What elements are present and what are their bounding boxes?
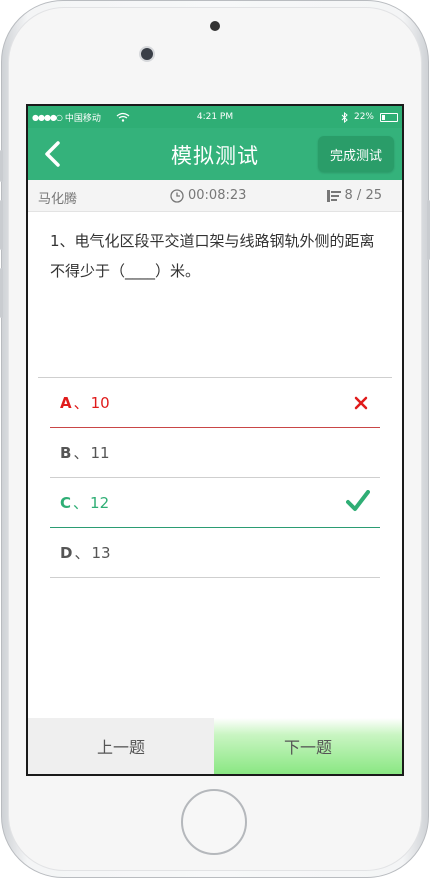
- mute-switch: [0, 150, 3, 182]
- app-header: 模拟测试 完成测试: [28, 128, 402, 180]
- finish-test-button[interactable]: 完成测试: [317, 136, 394, 172]
- next-question-button[interactable]: 下一题: [214, 718, 402, 774]
- question-progress: 8 / 25: [326, 188, 382, 203]
- status-right: 22%: [341, 111, 398, 123]
- prev-question-button[interactable]: 上一题: [28, 718, 214, 774]
- timer: 00:08:23: [170, 188, 246, 203]
- info-bar: 马化腾 00:08:23 8 / 25: [28, 180, 402, 212]
- option-separator: 、: [73, 494, 89, 512]
- answer-options: A 、 10 B 、 11 C 、 12 D 、 13: [28, 378, 402, 578]
- option-value: 12: [90, 493, 110, 512]
- option-a[interactable]: A 、 10: [50, 378, 380, 428]
- battery-percent: 22%: [353, 112, 374, 122]
- status-bar: ●●●●○ 中国移动 4:21 PM 22%: [28, 106, 402, 128]
- option-separator: 、: [73, 444, 89, 462]
- volume-down-button: [0, 268, 3, 318]
- home-button[interactable]: [181, 789, 247, 855]
- app-screen: ●●●●○ 中国移动 4:21 PM 22% 模拟测试 完成测试 马化腾 00:…: [26, 104, 404, 776]
- option-letter: D: [60, 543, 73, 562]
- camera-icon: [139, 46, 155, 62]
- option-value: 11: [90, 443, 110, 462]
- option-separator: 、: [74, 544, 90, 562]
- timer-value: 00:08:23: [188, 188, 247, 203]
- clock-icon: [170, 188, 184, 203]
- option-letter: C: [60, 493, 72, 512]
- user-name: 马化腾: [38, 192, 78, 207]
- option-b[interactable]: B 、 11: [50, 428, 380, 478]
- option-letter: B: [60, 443, 72, 462]
- option-letter: A: [60, 393, 72, 412]
- option-value: 13: [91, 543, 111, 562]
- option-d[interactable]: D 、 13: [50, 528, 380, 578]
- bottom-nav: 上一题 下一题: [28, 718, 402, 774]
- option-value: 10: [90, 393, 110, 412]
- correct-check-icon: [346, 490, 370, 511]
- question-text: 1、电气化区段平交道口架与线路钢轨外侧的距离不得少于（____）米。: [50, 232, 375, 280]
- option-c[interactable]: C 、 12: [50, 478, 380, 528]
- progress-value: 8 / 25: [344, 188, 382, 203]
- volume-up-button: [0, 200, 3, 250]
- bluetooth-icon: [341, 111, 348, 123]
- battery-icon: [380, 112, 398, 122]
- wrong-x-icon: [354, 396, 368, 410]
- list-icon: [326, 189, 341, 202]
- speaker-icon: [210, 21, 220, 31]
- option-separator: 、: [73, 394, 89, 412]
